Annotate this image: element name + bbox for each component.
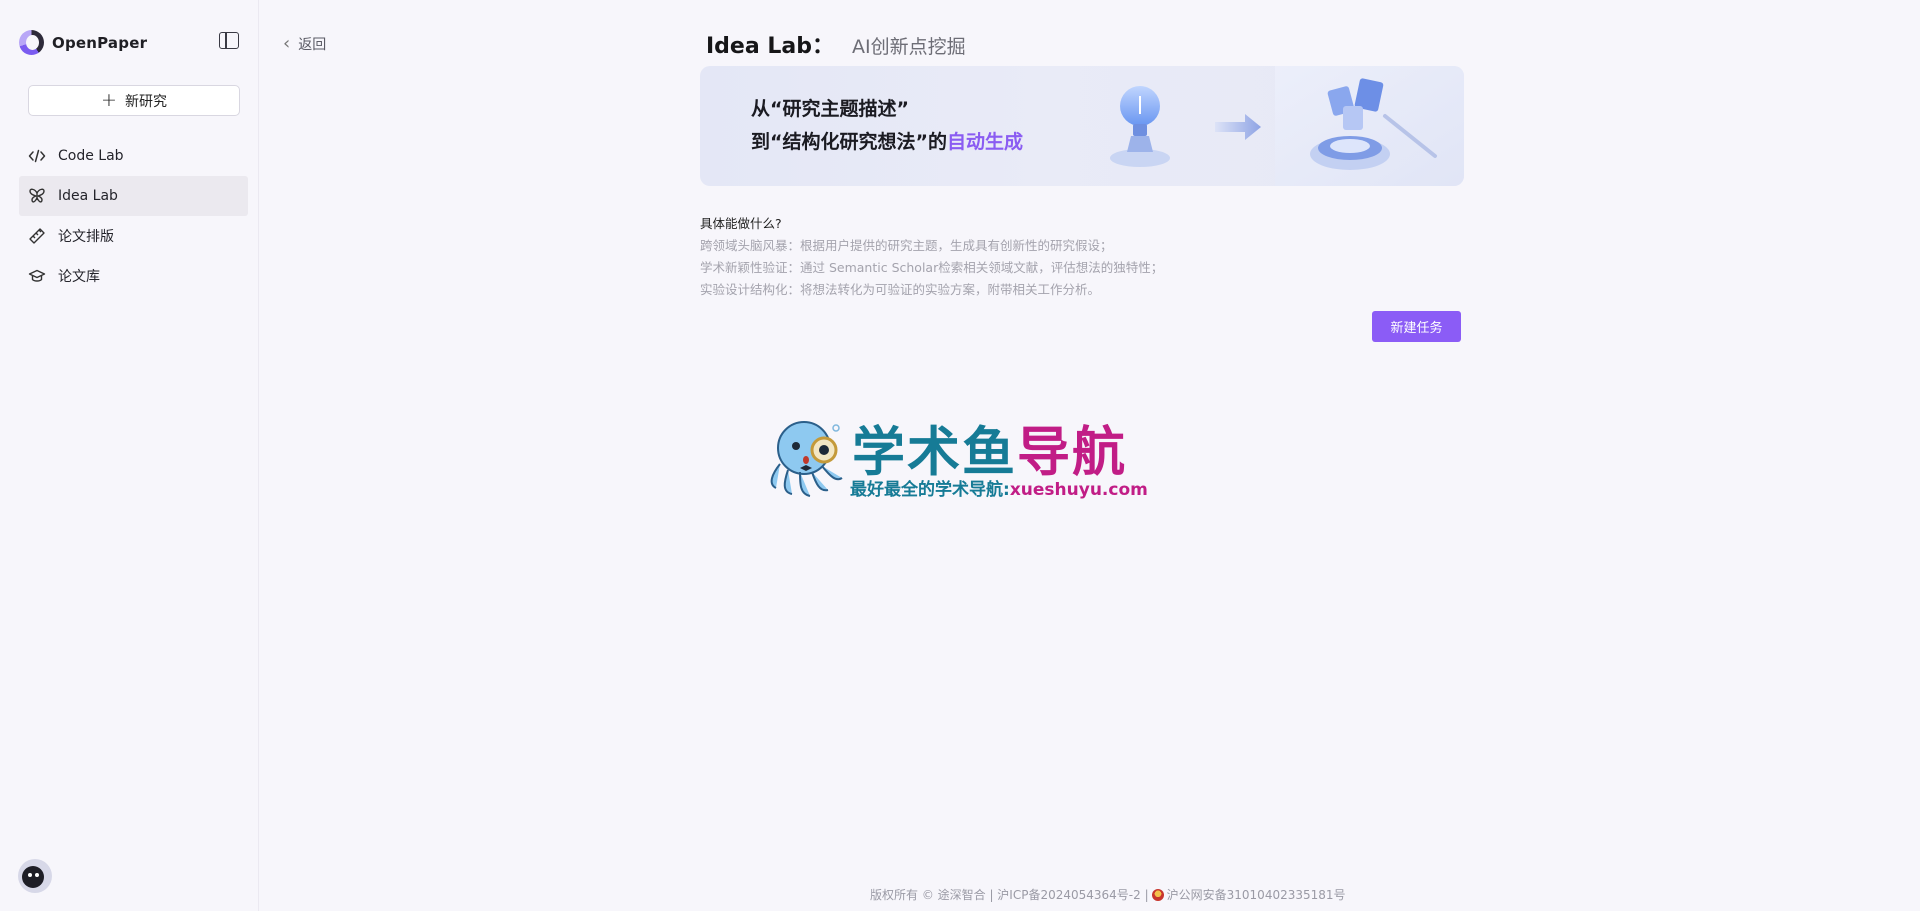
sidebar-item-idea-lab[interactable]: Idea Lab: [19, 176, 248, 216]
arrow-right-icon: [1215, 114, 1261, 140]
features-section: 具体能做什么? 跨领域头脑风暴：根据用户提供的研究主题，生成具有创新性的研究假设…: [700, 213, 1163, 301]
footer-police-record[interactable]: 沪公网安备31010402335181号: [1167, 886, 1346, 903]
police-badge-icon: [1151, 888, 1164, 901]
sidebar: OpenPaper + 新研究 Code Lab Idea Lab 论文排版 论…: [0, 0, 259, 911]
watermark-title-part-2: 导航: [1017, 422, 1127, 483]
banner-line-1: 从“研究主题描述”: [751, 98, 909, 120]
user-avatar[interactable]: [18, 859, 52, 893]
banner-illustration: [1110, 66, 1464, 186]
app-root: OpenPaper + 新研究 Code Lab Idea Lab 论文排版 论…: [0, 0, 1920, 911]
page-title: Idea Lab：: [706, 34, 834, 59]
plus-icon: +: [101, 89, 117, 111]
sidebar-item-label: 论文库: [58, 269, 100, 285]
page-header: Idea Lab： AI创新点挖掘: [706, 28, 966, 60]
code-icon: [28, 147, 46, 165]
sidebar-item-label: 论文排版: [58, 229, 114, 245]
sidebar-item-label: Idea Lab: [58, 188, 118, 204]
banner-highlight: 自动生成: [946, 131, 1023, 153]
footer-copyright: 版权所有 © 途深智合 | 沪ICP备2024054364号-2 |: [870, 888, 1149, 902]
graduation-cap-icon: [28, 267, 46, 285]
features-title: 具体能做什么?: [700, 216, 782, 231]
sidebar-item-paper-layout[interactable]: 论文排版: [19, 216, 248, 256]
back-button[interactable]: ‹ 返回: [283, 33, 326, 54]
new-research-button[interactable]: + 新研究: [28, 85, 240, 116]
back-label: 返回: [298, 36, 327, 53]
new-task-button[interactable]: 新建任务: [1372, 311, 1461, 342]
lightbulb-icon: [1110, 86, 1170, 167]
watermark-subtitle-part-1: 最好最全的学术导航:: [850, 480, 1010, 500]
butterfly-icon: [28, 187, 46, 205]
banner-line-2-prefix: 到“结构化研究想法”的: [751, 131, 947, 153]
brand[interactable]: OpenPaper: [19, 30, 147, 55]
ruler-icon: [28, 227, 46, 245]
sidebar-item-paper-library[interactable]: 论文库: [19, 256, 248, 296]
chevron-left-icon: ‹: [283, 33, 291, 54]
footer: 版权所有 © 途深智合 | 沪ICP备2024054364号-2 | 沪公网安备…: [870, 886, 1346, 903]
new-research-label: 新研究: [124, 93, 167, 110]
watermark-subtitle-part-2: xueshuyu.com: [1009, 480, 1148, 500]
octopus-mascot-icon: [770, 421, 843, 497]
sidebar-item-code-lab[interactable]: Code Lab: [19, 136, 248, 176]
feature-item: 学术新颖性验证：通过 Semantic Scholar检索相关领域文献，评估想法…: [700, 260, 1164, 275]
sidebar-item-label: Code Lab: [58, 148, 124, 164]
feature-item: 实验设计结构化：将想法转化为可验证的实验方案，附带相关工作分析。: [700, 282, 1101, 297]
sidebar-toggle-icon[interactable]: [219, 32, 239, 49]
page-subtitle: AI创新点挖掘: [851, 36, 966, 58]
banner-line-2: 到“结构化研究想法”的自动生成: [751, 127, 1023, 154]
watermark-title-part-1: 学术鱼: [852, 422, 1017, 483]
watermark-subtitle: 最好最全的学术导航:xueshuyu.com: [850, 475, 1148, 500]
feature-banner: 从“研究主题描述” 到“结构化研究想法”的自动生成: [700, 66, 1464, 186]
sidebar-nav: Code Lab Idea Lab 论文排版 论文库: [19, 136, 248, 296]
watermark-overlay: 学术鱼导航 最好最全的学术导航:xueshuyu.com: [766, 408, 1156, 508]
feature-item: 跨领域头脑风暴：根据用户提供的研究主题，生成具有创新性的研究假设；: [700, 238, 1113, 253]
openpaper-logo-icon: [19, 30, 44, 55]
brand-name: OpenPaper: [52, 33, 148, 52]
